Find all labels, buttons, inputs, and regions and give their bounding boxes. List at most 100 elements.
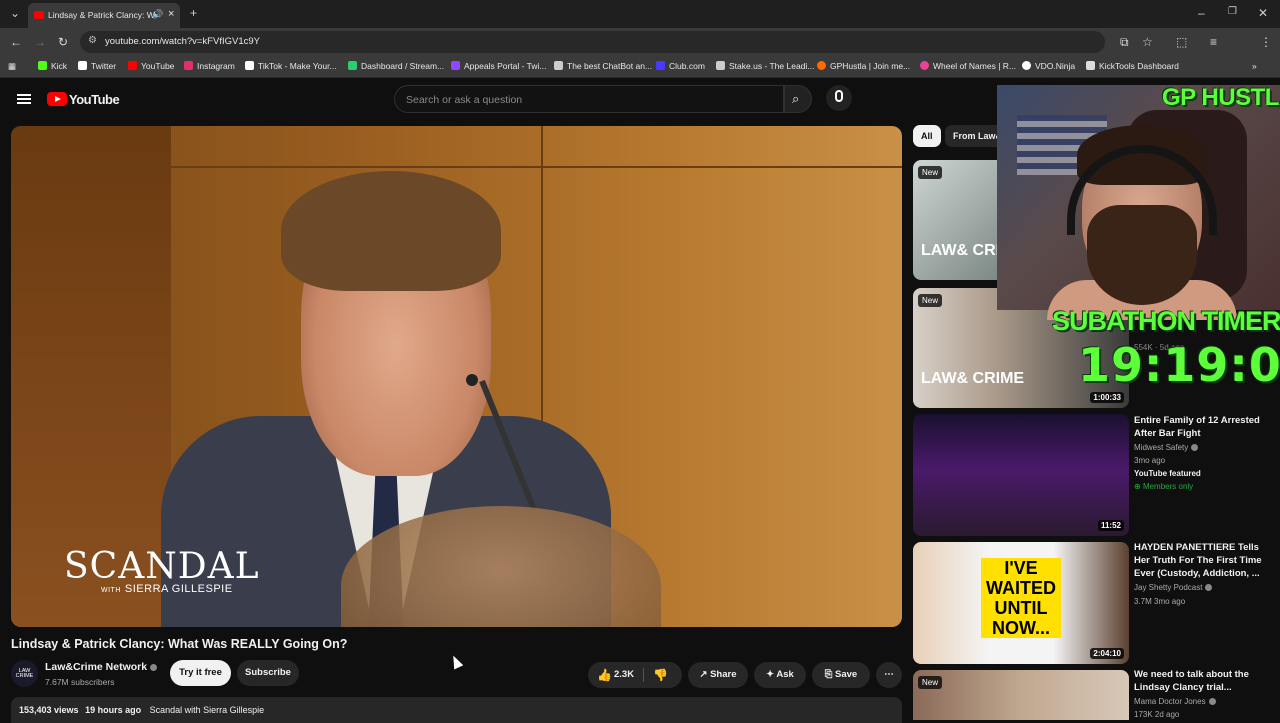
reading-list-icon[interactable]: ≡ (1210, 35, 1217, 49)
bookmark-kicktools[interactable]: KickTools Dashboard (1086, 61, 1179, 71)
browser-tab-active[interactable]: Lindsay & Patrick Clancy: W 🔊 × (28, 3, 180, 28)
related-video-channel[interactable]: Mama Doctor Jones (1134, 697, 1216, 706)
share-button[interactable]: ↗ Share (688, 662, 748, 688)
microphone-icon (835, 90, 843, 102)
bookmark-vdoninja[interactable]: VDO.Ninja (1022, 61, 1075, 71)
related-video-channel[interactable]: Jay Shetty Podcast (1134, 583, 1213, 592)
restore-icon[interactable]: ❐ (1228, 6, 1237, 17)
video-title: Lindsay & Patrick Clancy: What Was REALL… (11, 637, 348, 651)
subscriber-count: 7.67M subscribers (45, 677, 115, 687)
streamer-name-overlay: GP HUSTLA (1162, 84, 1280, 111)
like-icon[interactable]: 👍 (597, 662, 612, 688)
new-tab-icon[interactable]: + (190, 6, 197, 20)
subathon-timer-label: SUBATHON TIMER (1052, 306, 1280, 336)
url-text: youtube.com/watch?v=kFVfIGV1c9Y (105, 36, 260, 47)
apps-icon[interactable]: ▦ (8, 61, 16, 72)
related-video-title[interactable]: HAYDEN PANETTIERE Tells Her Truth For Th… (1134, 541, 1274, 580)
upload-age: 19 hours ago (85, 705, 142, 715)
bookmark-gphustla[interactable]: GPHustla | Join me... (817, 61, 910, 71)
save-button[interactable]: ⎘ Save (812, 662, 870, 688)
bookmark-twitter[interactable]: Twitter (78, 61, 116, 71)
minimize-icon[interactable]: – (1198, 6, 1205, 20)
stake-icon (716, 61, 725, 70)
youtube-logo-text[interactable]: YouTube (69, 92, 120, 107)
related-video-thumbnail[interactable]: New (913, 670, 1129, 720)
bookmark-appeals[interactable]: Appeals Portal - Twi... (451, 61, 547, 71)
bookmark-kick[interactable]: Kick (38, 61, 67, 71)
channel-avatar[interactable]: LAW CRIME (11, 660, 38, 687)
bookmark-star-icon[interactable]: ☆ (1142, 35, 1153, 49)
bookmark-label: Dashboard / Stream... (361, 61, 445, 71)
related-video-thumbnail[interactable]: 11:52 (913, 414, 1129, 536)
dislike-icon[interactable]: 👎 (653, 662, 668, 688)
search-placeholder: Search or ask a question (406, 94, 523, 106)
panel-seam (11, 166, 902, 168)
like-count[interactable]: 2.3K (614, 662, 634, 688)
voice-search-button[interactable] (826, 85, 852, 111)
back-icon[interactable]: ← (10, 35, 22, 49)
related-video-channel[interactable]: Midwest Safety (1134, 443, 1199, 452)
bookmark-tiktok[interactable]: TikTok - Make Your... (245, 61, 337, 71)
bookmark-instagram[interactable]: Instagram (184, 61, 235, 71)
channel-name[interactable]: Law&Crime Network (45, 661, 158, 673)
members-icon: ⊕ (1134, 482, 1143, 491)
more-icon: ⋯ (884, 669, 894, 680)
more-actions-button[interactable]: ⋯ (876, 662, 902, 688)
audio-playing-icon[interactable]: 🔊 (152, 9, 163, 20)
subathon-timer: 19:19:08 (1078, 338, 1280, 392)
playlist-tag[interactable]: Scandal with Sierra Gillespie (150, 705, 265, 715)
search-button[interactable]: ⌕ (784, 85, 812, 113)
extensions-icon[interactable]: ⬚ (1176, 35, 1187, 49)
bookmark-club[interactable]: Club.com (656, 61, 705, 71)
bookmark-wheel[interactable]: Wheel of Names | R... (920, 61, 1016, 71)
related-video-title[interactable]: Entire Family of 12 Arrested After Bar F… (1134, 414, 1274, 440)
search-input[interactable]: Search or ask a question (394, 85, 784, 113)
club-icon (656, 61, 665, 70)
chatbot-icon (554, 61, 563, 70)
cast-icon[interactable]: ⧉ (1120, 35, 1129, 50)
menu-icon[interactable] (17, 94, 31, 104)
bookmark-label: KickTools Dashboard (1099, 61, 1179, 71)
address-bar-row: ← → ↻ ⚙ youtube.com/watch?v=kFVfIGV1c9Y … (0, 28, 1280, 77)
try-free-button[interactable]: Try it free (170, 660, 231, 686)
channel-text: Jay Shetty Podcast (1134, 583, 1203, 592)
bookmark-chatbot[interactable]: The best ChatBot an... (554, 61, 652, 71)
tab-title: Lindsay & Patrick Clancy: W (48, 10, 155, 20)
dashboard-icon (348, 61, 357, 70)
related-video-meta: 3.7M 3mo ago (1134, 597, 1186, 606)
youtube-featured-badge: YouTube featured (1134, 469, 1201, 478)
video-player[interactable]: SCANDAL WITH SIERRA GILLESPIE (11, 126, 902, 627)
browser-menu-icon[interactable]: ⋮ (1260, 35, 1272, 49)
channel-name-text: Law&Crime Network (45, 661, 148, 673)
bookmark-icon: ⎘ (824, 669, 836, 680)
tiktok-icon (245, 61, 254, 70)
url-field[interactable]: ⚙ youtube.com/watch?v=kFVfIGV1c9Y (80, 31, 1105, 53)
more-bookmarks-icon[interactable]: » (1252, 61, 1257, 71)
youtube-logo-icon[interactable] (47, 92, 67, 106)
bookmark-stake[interactable]: Stake.us - The Leadi... (716, 61, 814, 71)
new-badge: New (918, 294, 943, 307)
ask-label: Ask (776, 669, 794, 680)
related-video-thumbnail[interactable]: I'VE WAITED UNTIL NOW... 2:04:10 (913, 542, 1129, 664)
verified-icon (150, 664, 158, 671)
share-label: Share (710, 669, 737, 680)
site-info-icon[interactable]: ⚙ (88, 35, 97, 46)
related-video-title[interactable]: We need to talk about the Lindsay Clancy… (1134, 668, 1274, 694)
subscribe-button[interactable]: Subscribe (237, 660, 299, 686)
chip-all[interactable]: All (913, 125, 941, 147)
bookmark-youtube[interactable]: YouTube (128, 61, 174, 71)
reload-icon[interactable]: ↻ (58, 35, 68, 49)
show-logo-title: SCANDAL (64, 546, 260, 587)
video-duration: 11:52 (1097, 520, 1124, 531)
forward-icon[interactable]: → (34, 35, 46, 49)
close-tab-icon[interactable]: × (168, 8, 174, 20)
description-box[interactable]: 153,403 views 19 hours ago Scandal with … (11, 697, 902, 723)
view-count: 153,403 views (19, 705, 79, 715)
tab-list-icon[interactable]: ⌄ (10, 6, 20, 20)
video-duration: 2:04:10 (1090, 648, 1124, 659)
bookmark-dashboard[interactable]: Dashboard / Stream... (348, 61, 444, 71)
window-close-icon[interactable]: ✕ (1258, 6, 1268, 20)
bookmark-label: Stake.us - The Leadi... (729, 61, 815, 71)
ask-button[interactable]: ✦ Ask (754, 662, 806, 688)
related-video-meta: 173K 2d ago (1134, 710, 1180, 719)
